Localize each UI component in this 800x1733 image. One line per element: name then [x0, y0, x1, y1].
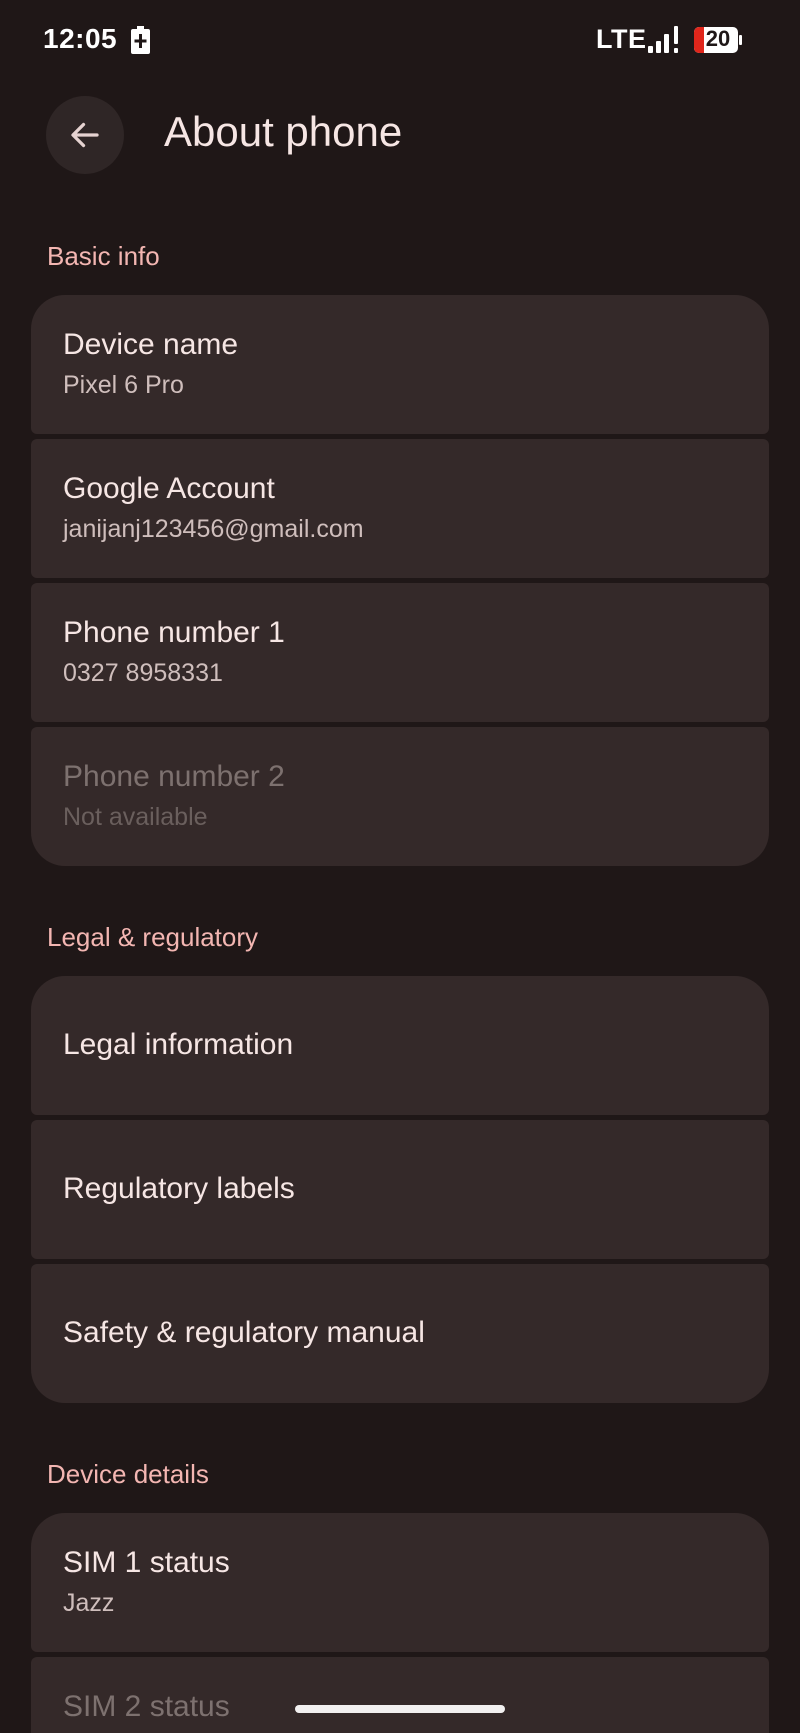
- status-bar: 12:05 LTE 20: [0, 0, 800, 80]
- list-item-phone-number-1[interactable]: Phone number 1 0327 8958331: [31, 583, 769, 722]
- back-button[interactable]: [46, 96, 124, 174]
- item-title: Safety & regulatory manual: [63, 1316, 425, 1349]
- list-item-sim-1-status[interactable]: SIM 1 status Jazz: [31, 1513, 769, 1652]
- page-title: About phone: [164, 108, 403, 155]
- list-item-regulatory-labels[interactable]: Regulatory labels: [31, 1120, 769, 1259]
- network-type: LTE: [596, 24, 647, 54]
- item-title: SIM 1 status: [63, 1546, 230, 1579]
- section-header-device-details: Device details: [47, 1459, 209, 1489]
- item-title: SIM 2 status: [63, 1690, 230, 1723]
- list-item-legal-information[interactable]: Legal information: [31, 976, 769, 1115]
- gesture-nav-handle[interactable]: [295, 1705, 505, 1713]
- item-title: Phone number 1: [63, 616, 285, 649]
- charging-icon: [131, 26, 150, 54]
- item-subtitle: janijanj123456@gmail.com: [63, 515, 364, 543]
- item-title: Device name: [63, 328, 239, 361]
- item-title: Phone number 2: [63, 760, 285, 793]
- signal-icon: [648, 26, 678, 53]
- section-header-legal: Legal & regulatory: [47, 922, 259, 952]
- item-subtitle: 0327 8958331: [63, 659, 223, 687]
- item-title: Google Account: [63, 472, 275, 505]
- item-subtitle: Not available: [63, 803, 208, 831]
- list-item-google-account[interactable]: Google Account janijanj123456@gmail.com: [31, 439, 769, 578]
- arrow-back-icon: [71, 122, 99, 148]
- status-time: 12:05: [43, 23, 118, 54]
- item-title: Legal information: [63, 1028, 294, 1061]
- section-header-basic-info: Basic info: [47, 241, 160, 271]
- list-item-device-name[interactable]: Device name Pixel 6 Pro: [31, 295, 769, 434]
- list-item-phone-number-2: Phone number 2 Not available: [31, 727, 769, 866]
- list-item-sim-2-status: SIM 2 status: [31, 1657, 769, 1733]
- list-item-safety-manual[interactable]: Safety & regulatory manual: [31, 1264, 769, 1403]
- battery-level: 20: [705, 26, 731, 51]
- item-subtitle: Pixel 6 Pro: [63, 371, 184, 399]
- item-title: Regulatory labels: [63, 1172, 295, 1205]
- item-subtitle: Jazz: [63, 1589, 115, 1617]
